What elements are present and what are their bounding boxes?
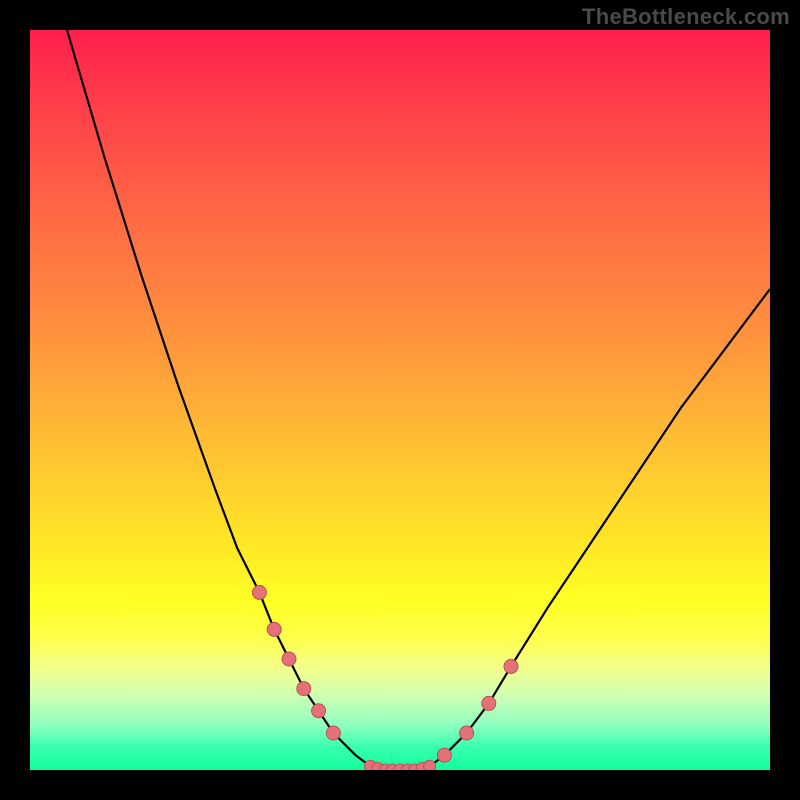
plot-area [30, 30, 770, 770]
chart-frame: TheBottleneck.com [0, 0, 800, 800]
data-point [282, 652, 296, 666]
data-point [460, 726, 474, 740]
valley-dots [364, 760, 435, 770]
data-point [326, 726, 340, 740]
data-point [312, 704, 326, 718]
chart-svg [30, 30, 770, 770]
bottleneck-curve [67, 30, 770, 770]
data-point [504, 659, 518, 673]
data-point [424, 760, 436, 770]
data-point [297, 682, 311, 696]
data-point [252, 585, 266, 599]
data-point [267, 622, 281, 636]
watermark-text: TheBottleneck.com [582, 4, 790, 30]
data-point [482, 696, 496, 710]
data-point [437, 748, 451, 762]
